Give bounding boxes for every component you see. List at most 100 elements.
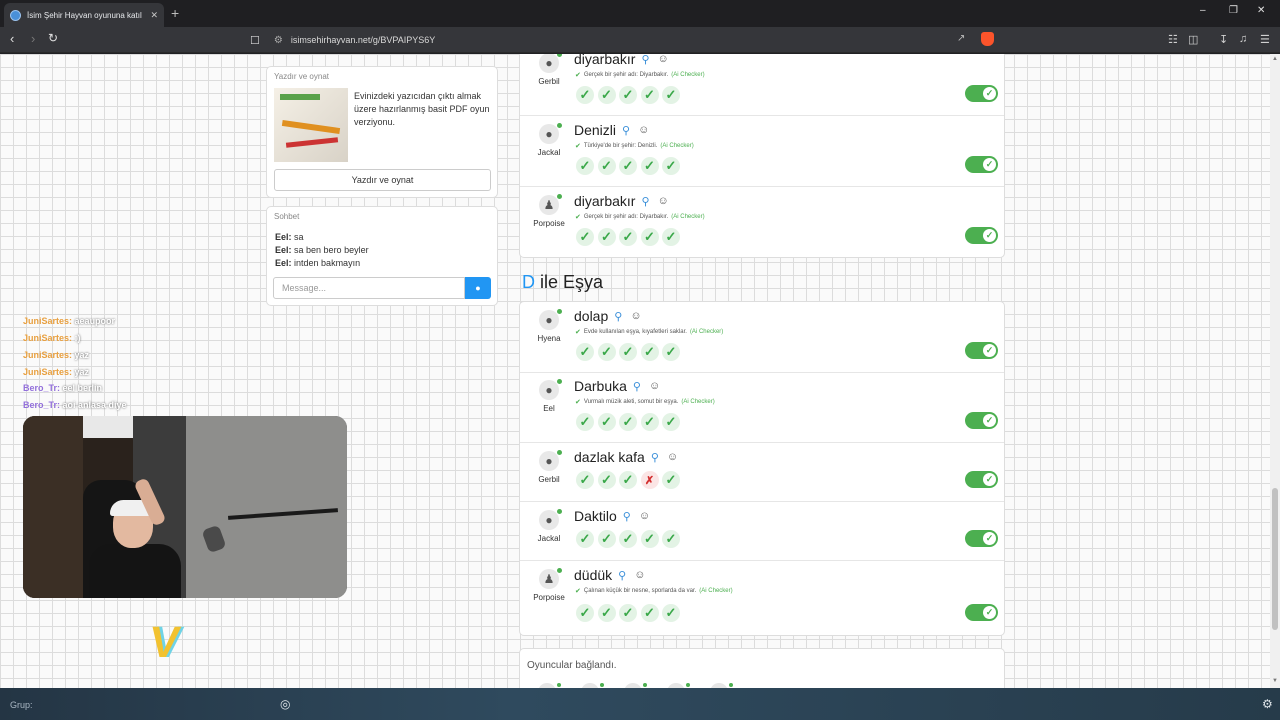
answer-row: ● Eel Darbuka ⚲ ☺ ✔ Vurmalı müzik aleti, so… — [520, 372, 1004, 443]
category-title: ile Eşya — [540, 272, 604, 292]
browser-tab[interactable]: İsim Şehir Hayvan oyununa katıl ✕ — [4, 3, 164, 27]
group-label: Grup: — [10, 700, 33, 710]
smiley-icon[interactable]: ☺ — [658, 195, 669, 207]
search-icon[interactable]: ⚲ — [614, 310, 622, 323]
smiley-icon[interactable]: ☺ — [638, 124, 649, 136]
forward-icon[interactable]: › — [31, 31, 35, 46]
vote-list: ✓ ✓ ✓ ✓ ✓ — [576, 413, 684, 431]
search-icon[interactable]: ⚲ — [641, 195, 649, 208]
accept-toggle[interactable]: ✓ — [965, 530, 998, 547]
share-icon[interactable]: ↗ — [957, 33, 965, 44]
stream-chat-line: JuniSartes: aeaupoor — [23, 316, 116, 326]
player-name: Porpoise — [533, 593, 565, 602]
ai-verdict: ✔ Vurmalı müzik aleti, somut bir eşya. (Ai… — [575, 399, 715, 406]
stream-chat-line: Bero_Tr: eel berlin — [23, 383, 103, 393]
stream-chat-line: JuniSartes: yaz — [23, 350, 90, 360]
maximize-button[interactable]: ❐ — [1229, 5, 1238, 16]
print-button[interactable]: Yazdır ve oynat — [274, 169, 491, 191]
player-avatar-icon: ● — [539, 510, 559, 530]
search-icon[interactable]: ⚲ — [651, 451, 659, 464]
download-icon[interactable]: ↧ — [1219, 33, 1228, 46]
scrollbar-thumb[interactable] — [1272, 488, 1278, 630]
player-name: Hyena — [537, 334, 561, 343]
accept-toggle[interactable]: ✓ — [965, 227, 998, 244]
category-heading: Dile Eşya — [522, 272, 603, 293]
smiley-icon[interactable]: ☺ — [667, 451, 678, 463]
media-icon[interactable]: ♫ — [1239, 33, 1247, 45]
online-dot — [557, 123, 562, 128]
tab-close-icon[interactable]: ✕ — [150, 10, 158, 21]
ai-verdict: ✔ Çalınan küçük bir nesne, sporlarda da v… — [575, 588, 733, 595]
taskbar-app-icon[interactable]: ◎ — [280, 697, 290, 711]
vote-list: ✓ ✓ ✓ ✓ ✓ — [576, 530, 684, 548]
online-dot — [557, 450, 562, 455]
accept-toggle[interactable]: ✓ — [965, 85, 998, 102]
menu-icon[interactable]: ☰ — [1260, 33, 1270, 46]
player-avatar-icon: ● — [539, 451, 559, 471]
chat-send-button[interactable]: ● — [465, 277, 491, 299]
answer-text: Denizli ⚲ ☺ — [574, 122, 650, 138]
online-dot — [600, 683, 604, 687]
address-bar[interactable]: ☐ ⚙ isimsehirhayvan.net/g/BVPAIPYS6Y — [250, 30, 1000, 50]
smiley-icon[interactable]: ☺ — [649, 380, 660, 392]
search-icon[interactable]: ⚲ — [622, 124, 630, 137]
streamer-logo: V — [146, 618, 183, 667]
player-avatar-icon: ♟ — [539, 195, 559, 215]
category-letter: D — [522, 272, 535, 292]
taskbar-settings-icon[interactable]: ⚙ — [1262, 697, 1273, 711]
chat-card: Sohbet Eel: sa Eel: sa ben bero beyler E… — [266, 206, 498, 306]
answer-row: ● Hyena dolap ⚲ ☺ ✔ Evde kullanılan eşya, k… — [520, 302, 1004, 373]
vote-list: ✓ ✓ ✓ ✓ ✓ — [576, 604, 684, 622]
chat-message: Eel: intden bakmayın — [275, 258, 361, 268]
answer-row: ● Jackal Denizli ⚲ ☺ ✔ Türkiye'de bir şehir… — [520, 116, 1004, 187]
extensions-icon[interactable]: ☷ — [1168, 33, 1178, 46]
answer-text: dazlak kafa ⚲ ☺ — [574, 449, 679, 465]
search-icon[interactable]: ⚲ — [618, 569, 626, 582]
page-scrollbar[interactable]: ▲ ▼ — [1270, 54, 1280, 688]
city-answers-card: ● Gerbil diyarbakır ⚲ ☺ ✔ Gerçek bir şehir … — [519, 54, 1005, 258]
player-avatar-icon: ♟ — [539, 569, 559, 589]
sidebar-icon[interactable]: ◫ — [1188, 33, 1198, 46]
player-avatar-icon: ● — [539, 54, 559, 73]
site-info-icon[interactable]: ⚙ — [274, 35, 283, 46]
search-icon[interactable]: ⚲ — [623, 510, 631, 523]
accept-toggle[interactable]: ✓ — [965, 412, 998, 429]
smiley-icon[interactable]: ☺ — [634, 569, 645, 581]
print-description: Evinizdeki yazıcıdan çıktı almak üzere h… — [354, 91, 490, 127]
stream-chat-line: Bero_Tr: aoi anlasa diye — [23, 400, 127, 410]
item-answers-card: ● Hyena dolap ⚲ ☺ ✔ Evde kullanılan eşya, k… — [519, 301, 1005, 636]
player-name: Jackal — [537, 534, 561, 543]
close-window-button[interactable]: ✕ — [1257, 5, 1265, 16]
search-icon[interactable]: ⚲ — [633, 380, 641, 393]
back-icon[interactable]: ‹ — [10, 31, 14, 46]
accept-toggle[interactable]: ✓ — [965, 471, 998, 488]
print-preview-image — [274, 88, 348, 162]
bookmark-icon[interactable]: ☐ — [250, 34, 260, 47]
new-tab-button[interactable]: + — [171, 5, 179, 21]
minimize-button[interactable]: – — [1200, 5, 1206, 16]
chat-message: Eel: sa — [275, 232, 304, 242]
accept-toggle[interactable]: ✓ — [965, 604, 998, 621]
smiley-icon[interactable]: ☺ — [658, 54, 669, 65]
scroll-up-icon[interactable]: ▲ — [1272, 56, 1278, 62]
smiley-icon[interactable]: ☺ — [630, 310, 641, 322]
ai-verdict: ✔ Evde kullanılan eşya, kıyafetleri sakla… — [575, 329, 724, 336]
accept-toggle[interactable]: ✓ — [965, 342, 998, 359]
chat-message-input[interactable]: Message... — [273, 277, 465, 299]
online-dot — [557, 54, 562, 57]
tab-title: İsim Şehir Hayvan oyununa katıl — [27, 10, 142, 20]
stream-chat-line: JuniSartes: :) — [23, 333, 81, 343]
vote-list: ✓ ✓ ✓ ✓ ✓ — [576, 86, 684, 104]
brave-shield-icon[interactable] — [981, 32, 994, 46]
accept-toggle[interactable]: ✓ — [965, 156, 998, 173]
online-dot — [686, 683, 690, 687]
scroll-down-icon[interactable]: ▼ — [1272, 678, 1278, 684]
url-text: isimsehirhayvan.net/g/BVPAIPYS6Y — [290, 35, 436, 45]
answer-row: ● Jackal Daktilo ⚲ ☺ ✓ ✓ ✓ ✓ ✓ ✓ — [520, 502, 1004, 561]
ai-verdict: ✔ Türkiye'de bir şehir: Denizli. (Ai Check… — [575, 143, 694, 150]
answer-text: Daktilo ⚲ ☺ — [574, 508, 651, 524]
online-dot — [729, 683, 733, 687]
search-icon[interactable]: ⚲ — [641, 54, 649, 66]
smiley-icon[interactable]: ☺ — [639, 510, 650, 522]
reload-icon[interactable]: ↻ — [48, 31, 58, 45]
